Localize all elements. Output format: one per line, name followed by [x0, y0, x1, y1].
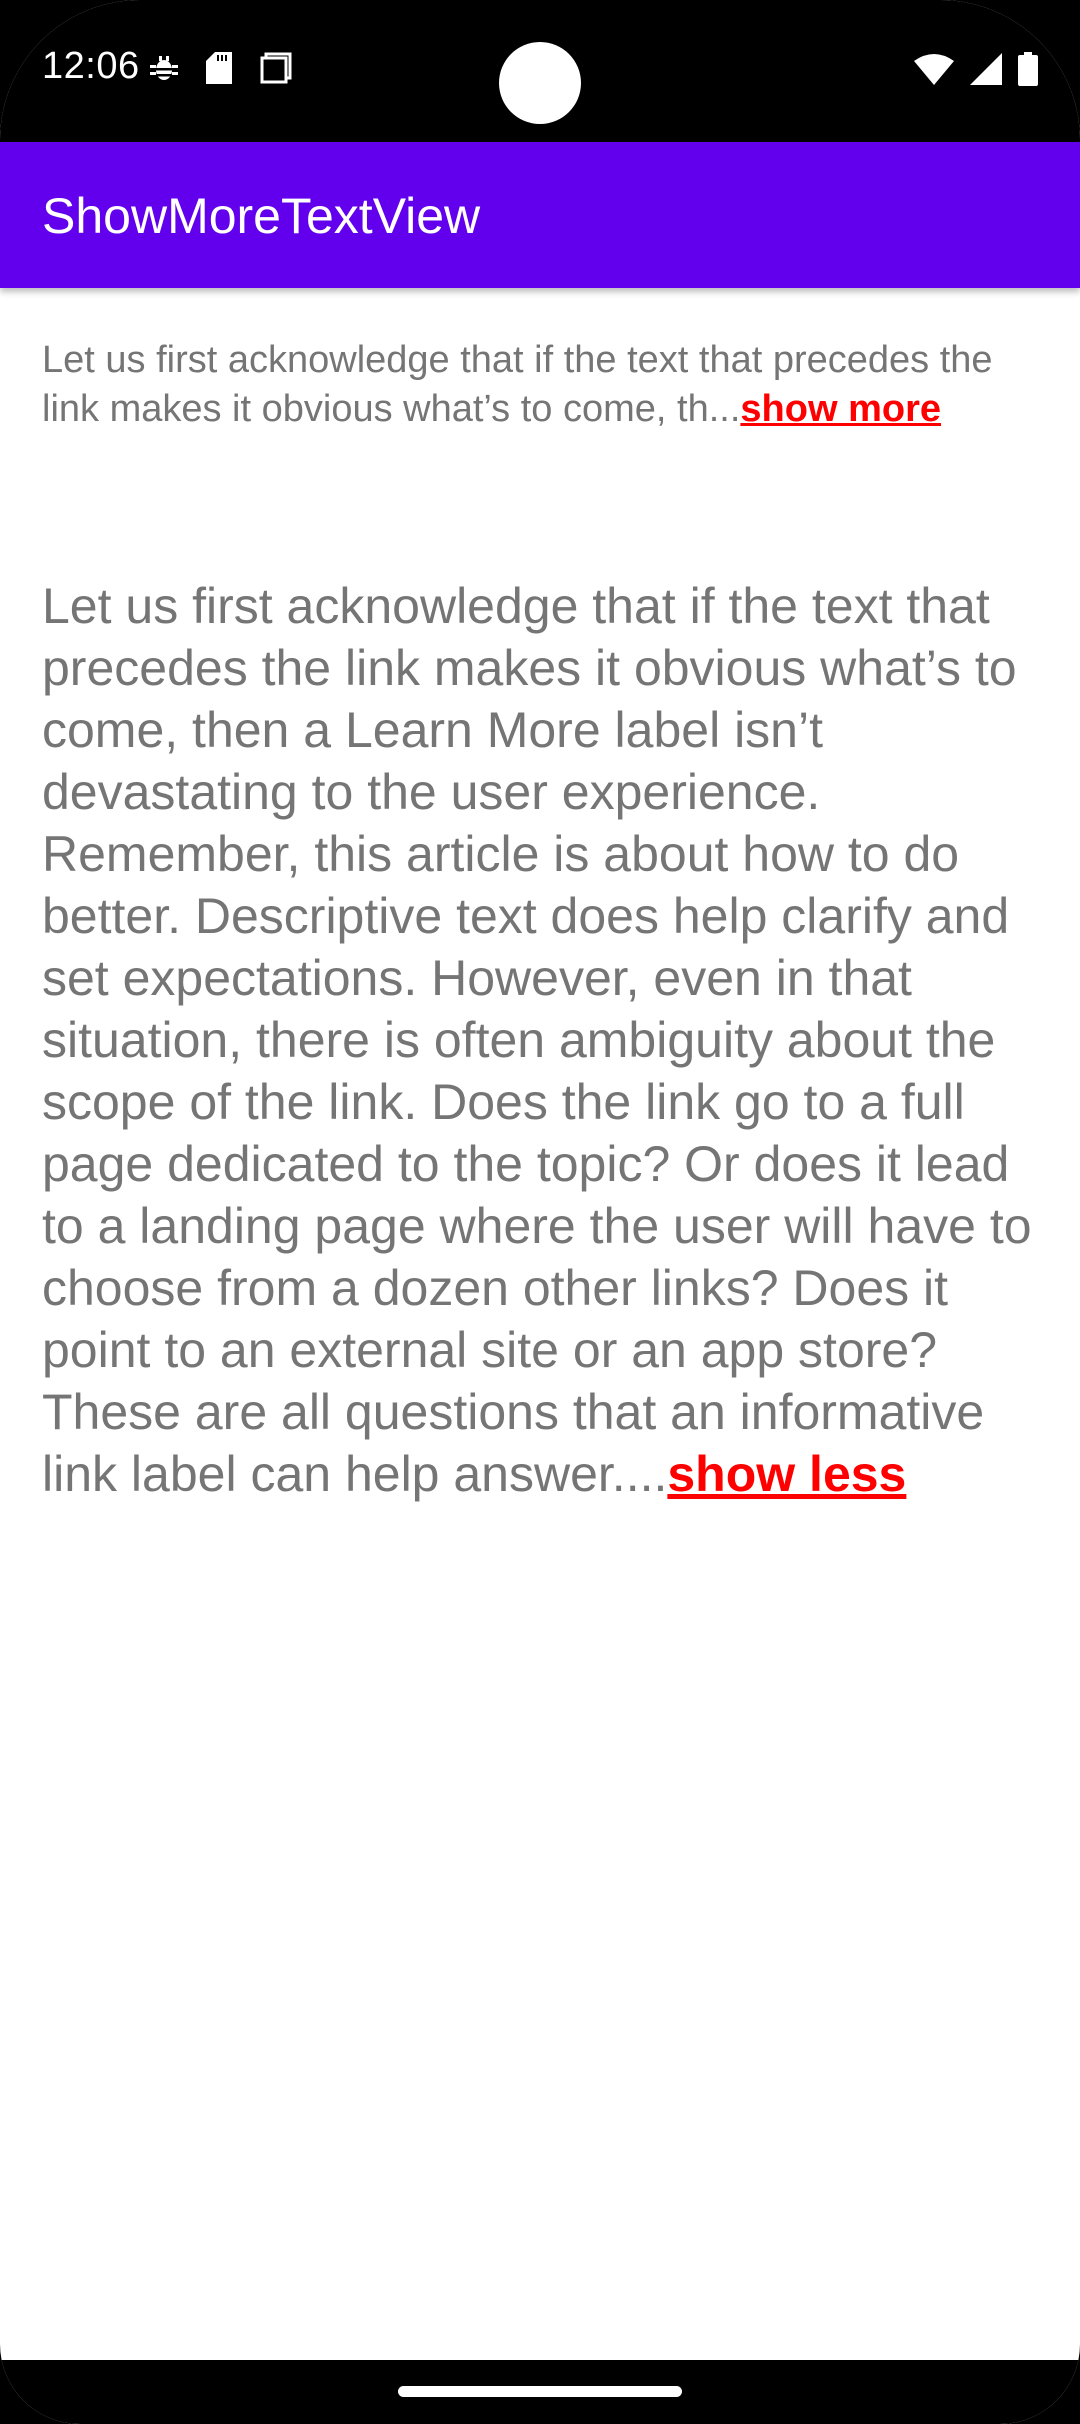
wifi-icon: [914, 53, 954, 85]
show-more-link[interactable]: show more: [740, 388, 941, 430]
expanded-text-view: Let us first acknowledge that if the tex…: [42, 575, 1040, 1505]
bug-icon: [150, 53, 178, 83]
status-icons-left: [150, 52, 292, 84]
sd-card-icon: [206, 52, 232, 84]
signal-icon: [970, 53, 1002, 85]
expanded-text-body: Let us first acknowledge that if the tex…: [42, 578, 1032, 1502]
collapsed-text-view: Let us first acknowledge that if the tex…: [42, 336, 1040, 434]
battery-icon: [1018, 52, 1038, 86]
content: Let us first acknowledge that if the tex…: [42, 336, 1040, 1502]
status-bar: 12:06: [0, 0, 1080, 142]
front-camera: [499, 42, 581, 124]
status-icons-right: [914, 52, 1038, 86]
phone-screen: 12:06 ShowMoreTextView Let us first ackn…: [0, 0, 1080, 2424]
app-bar: ShowMoreTextView: [0, 142, 1080, 288]
app-title: ShowMoreTextView: [42, 188, 481, 244]
screenshot-icon: [260, 52, 292, 84]
home-gesture-handle[interactable]: [398, 2386, 682, 2397]
status-time: 12:06: [42, 45, 140, 87]
show-less-link[interactable]: show less: [667, 1446, 906, 1502]
